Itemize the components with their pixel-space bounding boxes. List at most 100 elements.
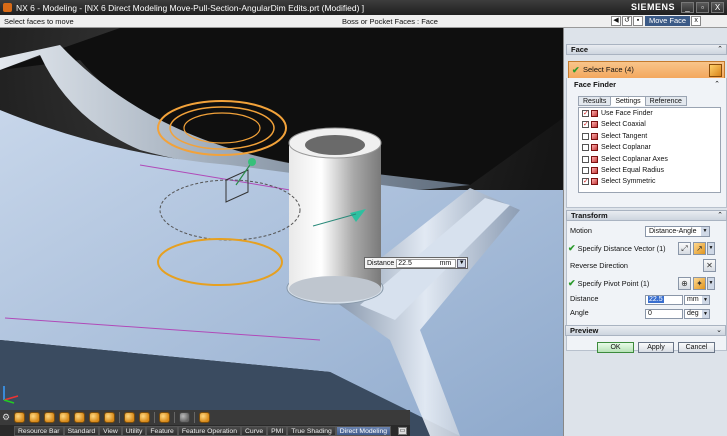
cancel-button[interactable]: Cancel [678, 342, 715, 353]
checkbox[interactable]: ✓ [582, 178, 589, 186]
symmetric-icon [591, 178, 598, 186]
checkbox[interactable] [582, 166, 589, 174]
dialog-close-icon[interactable]: x [691, 16, 702, 26]
point-dialog-icon[interactable]: ⊕ [678, 277, 691, 290]
collapse-icon[interactable]: ⌃ [714, 80, 720, 89]
delete-face-icon[interactable] [89, 412, 100, 423]
minimize-button[interactable]: _ [681, 2, 694, 13]
prompt-text: Select faces to move [4, 17, 74, 26]
tab-results[interactable]: Results [578, 96, 612, 106]
tab-feature-operation[interactable]: Feature Operation [177, 426, 241, 436]
tab-feature[interactable]: Feature [146, 426, 178, 436]
collapse-icon[interactable]: ⌃ [717, 211, 723, 220]
toolbar-options-gear-icon[interactable]: ⚙ [2, 412, 12, 422]
model-view[interactable] [0, 28, 563, 436]
reset-icon[interactable]: ↺ [622, 16, 632, 26]
siemens-logo: SIEMENS [630, 2, 675, 12]
inferred-vector-icon[interactable]: ↗ [693, 242, 706, 255]
status-text: Boss or Pocket Faces : Face [342, 17, 438, 26]
angle-unit-select[interactable]: deg ▼ [684, 309, 710, 319]
vector-dropdown-icon[interactable]: ▼ [707, 242, 715, 255]
transform-group-header[interactable]: Transform ⌃ [566, 210, 727, 221]
face-finder-header[interactable]: Face Finder ⌃ [570, 80, 723, 91]
distance-unit-select[interactable]: mm ▼ [684, 295, 710, 305]
tab-view[interactable]: View [99, 426, 122, 436]
window-title: NX 6 - Modeling - [NX 6 Direct Modeling … [16, 2, 365, 13]
preview-group-header[interactable]: Preview ⌄ [565, 325, 726, 336]
dialog-title: Move Face [645, 16, 691, 26]
restore-button[interactable]: ▫ [696, 2, 709, 13]
tab-curve[interactable]: Curve [241, 426, 268, 436]
tab-settings[interactable]: Settings [610, 96, 646, 106]
make-coplanar-icon[interactable] [124, 412, 135, 423]
tab-pmi[interactable]: PMI [267, 426, 288, 436]
tangent-icon [591, 132, 598, 140]
graphics-window[interactable]: Distance 22.5 mm ▼ [0, 28, 563, 436]
distance-tip-label: Distance [367, 259, 395, 267]
angular-dimension-icon[interactable] [199, 412, 210, 423]
finder-select-coplanar[interactable]: Select Coplanar [579, 142, 720, 153]
close-button[interactable]: X [711, 2, 724, 13]
nx-app-icon [3, 3, 12, 12]
copy-face-icon[interactable] [104, 412, 115, 423]
chevron-down-icon: ▼ [702, 310, 709, 318]
tab-utility[interactable]: Utility [121, 426, 147, 436]
distance-onscreen-input[interactable]: Distance 22.5 mm ▼ [364, 257, 469, 269]
resize-blend-icon[interactable] [74, 412, 85, 423]
finder-select-coaxial[interactable]: ✓ Select Coaxial [579, 119, 720, 130]
inferred-point-icon[interactable]: ✦ [693, 277, 706, 290]
apply-button[interactable]: Apply [638, 342, 674, 353]
finder-use-face-finder[interactable]: ✓ Use Face Finder [579, 108, 720, 119]
tab-resource-bar[interactable]: Resource Bar [14, 426, 64, 436]
replace-face-icon[interactable] [59, 412, 70, 423]
chevron-down-icon: ▼ [702, 296, 709, 304]
face-select-icon[interactable] [709, 64, 722, 77]
toolbar-close-icon[interactable]: ▭ [398, 427, 407, 435]
distance-label: Distance [570, 294, 599, 303]
vector-dialog-icon[interactable]: ⤢ [678, 242, 691, 255]
move-face-icon[interactable] [14, 412, 25, 423]
checkbox[interactable] [582, 144, 589, 152]
linear-dimension-icon[interactable] [159, 412, 170, 423]
equal-radius-icon [591, 166, 598, 174]
offset-region-icon[interactable] [44, 412, 55, 423]
specify-pivot-point-step[interactable]: ✔ Specify Pivot Point (1) [568, 277, 649, 289]
tab-reference[interactable]: Reference [644, 96, 687, 106]
checkbox[interactable]: ✓ [582, 110, 589, 117]
section-edit-icon[interactable] [179, 412, 190, 423]
checkmark-icon: ✔ [568, 278, 576, 288]
back-arrow-icon[interactable]: ◀ [611, 16, 621, 26]
distance-tip-field[interactable]: 22.5 mm [396, 258, 457, 268]
drag-handle [248, 158, 256, 166]
angle-input[interactable]: 0 [645, 309, 683, 319]
finder-select-symmetric[interactable]: ✓ Select Symmetric [579, 176, 720, 187]
finder-select-tangent[interactable]: Select Tangent [579, 131, 720, 142]
tab-true-shading[interactable]: True Shading [287, 426, 336, 436]
reverse-direction-icon[interactable]: ✕ [703, 259, 716, 272]
chevron-down-icon: ▼ [701, 227, 709, 236]
distance-tip-unit: mm [439, 259, 452, 267]
checkbox[interactable] [582, 155, 589, 163]
expand-icon[interactable]: ⌄ [716, 326, 722, 335]
make-coaxial-icon[interactable] [139, 412, 150, 423]
checkmark-icon: ✔ [572, 65, 580, 75]
motion-select[interactable]: Distance-Angle ▼ [645, 226, 710, 237]
specify-distance-vector-step[interactable]: ✔ Specify Distance Vector (1) [568, 242, 666, 254]
tab-direct-modeling[interactable]: Direct Modeling [335, 426, 392, 436]
distance-input[interactable]: 22.5 [645, 295, 683, 305]
ok-button[interactable]: OK [597, 342, 634, 353]
face-group-header[interactable]: Face ⌃ [566, 44, 727, 55]
select-face-step[interactable]: ✔ Select Face (4) [568, 61, 725, 79]
point-dropdown-icon[interactable]: ▼ [707, 277, 715, 290]
title-bar: NX 6 - Modeling - [NX 6 Direct Modeling … [0, 0, 727, 15]
pull-face-icon[interactable] [29, 412, 40, 423]
finder-select-coplanar-axes[interactable]: Select Coplanar Axes [579, 154, 720, 165]
finder-select-equal-radius[interactable]: Select Equal Radius [579, 165, 720, 176]
lock-icon[interactable]: ▪ [633, 16, 643, 26]
tab-standard[interactable]: Standard [63, 426, 100, 436]
checkbox[interactable] [582, 132, 589, 140]
reverse-direction-label: Reverse Direction [570, 261, 628, 270]
distance-tip-dropdown-icon[interactable]: ▼ [457, 258, 467, 268]
collapse-icon[interactable]: ⌃ [717, 45, 723, 54]
checkbox[interactable]: ✓ [582, 121, 589, 129]
